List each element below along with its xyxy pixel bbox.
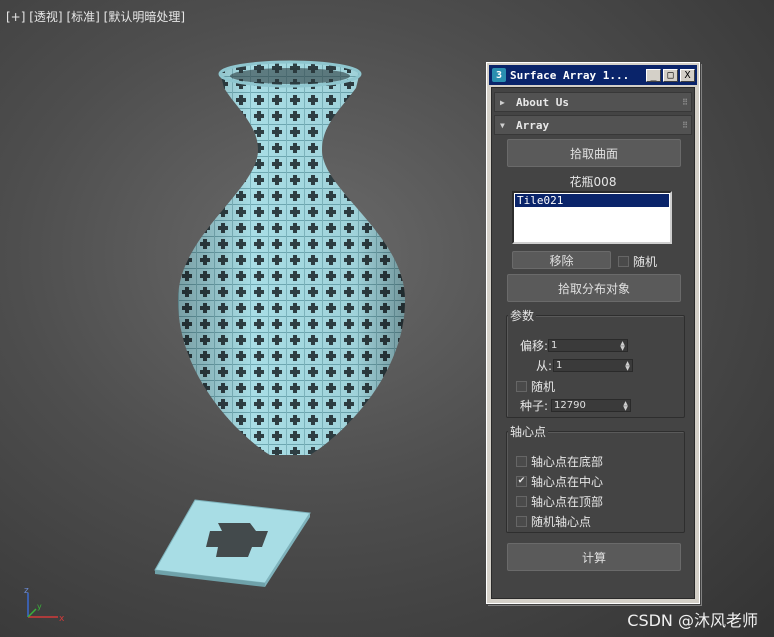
pivot-random-label: 随机轴心点 [531, 515, 592, 529]
offset-spinner[interactable]: 1 ▲ ▼ [548, 339, 628, 352]
spinner-arrows-icon[interactable]: ▲ ▼ [618, 340, 627, 351]
rollout-about-label: About Us [516, 95, 569, 109]
rollout-array[interactable]: ▼ Array ⠿ [494, 115, 692, 135]
axis-x-label: x [59, 614, 65, 624]
offset-value[interactable]: 1 [549, 340, 618, 351]
checkmark-icon: ✔ [516, 476, 527, 487]
pivot-top-label: 轴心点在顶部 [531, 495, 604, 509]
from-spinner[interactable]: 1 ▲ ▼ [553, 359, 633, 372]
params-random-checkbox[interactable]: 随机 [516, 378, 555, 395]
pivot-bottom-label: 轴心点在底部 [531, 455, 604, 469]
collapse-arrow-icon: ▼ [500, 120, 505, 130]
rollout-about[interactable]: ▶ About Us ⠿ [494, 92, 692, 112]
viewport-menu-plus[interactable]: [+] [6, 10, 25, 24]
watermark: CSDN @沐风老师 [627, 611, 758, 630]
app-icon: 3 [492, 68, 506, 82]
spinner-arrows-icon[interactable]: ▲ ▼ [621, 400, 630, 411]
maximize-button[interactable]: □ [663, 68, 678, 82]
remove-button[interactable]: 移除 [512, 251, 611, 269]
random-checkbox[interactable]: 随机 [618, 253, 657, 270]
pivot-title: 轴心点 [508, 423, 549, 440]
checkbox-icon [516, 456, 527, 467]
panel-body: ▶ About Us ⠿ ▼ Array ⠿ 拾取曲面 花瓶008 Tile02… [491, 87, 695, 599]
seed-spinner[interactable]: 12790 ▲ ▼ [551, 399, 631, 412]
tile-model[interactable] [150, 495, 320, 590]
panel-titlebar[interactable]: 3 Surface Array 1... _ □ X [489, 65, 697, 85]
close-button[interactable]: X [680, 68, 695, 82]
viewport-menu-shading[interactable]: [默认明暗处理] [104, 10, 185, 24]
from-value[interactable]: 1 [554, 360, 623, 371]
axis-y-label: y [37, 602, 42, 611]
list-item[interactable]: Tile021 [515, 194, 669, 207]
minimize-button[interactable]: _ [646, 68, 661, 82]
expand-arrow-icon: ▶ [500, 97, 505, 107]
pivot-random-checkbox[interactable]: 随机轴心点 [516, 513, 591, 530]
spinner-arrows-icon[interactable]: ▲ ▼ [623, 360, 632, 371]
seed-value[interactable]: 12790 [552, 400, 621, 411]
pick-distribution-button[interactable]: 拾取分布对象 [507, 274, 681, 302]
surface-name: 花瓶008 [569, 175, 617, 189]
compute-button[interactable]: 计算 [507, 543, 681, 571]
checkbox-icon [516, 496, 527, 507]
vase-model[interactable] [160, 60, 420, 460]
random-checkbox-label: 随机 [633, 255, 658, 269]
viewport-label[interactable]: [+] [透视] [标准] [默认明暗处理] [6, 8, 185, 25]
rollout-array-label: Array [516, 118, 550, 132]
tile-listbox[interactable]: Tile021 [512, 191, 672, 244]
pivot-top-checkbox[interactable]: 轴心点在顶部 [516, 493, 603, 510]
pivot-bottom-checkbox[interactable]: 轴心点在底部 [516, 453, 603, 470]
checkbox-icon [516, 381, 527, 392]
viewport-menu-quality[interactable]: [标准] [66, 10, 99, 24]
from-label: 从: [535, 359, 552, 373]
params-title: 参数 [508, 307, 537, 324]
viewport-menu-view[interactable]: [透视] [29, 10, 62, 24]
pivot-center-label: 轴心点在中心 [531, 475, 604, 489]
grip-icon: ⠿ [682, 120, 688, 130]
axis-gizmo: z x y [24, 586, 65, 624]
checkbox-icon [516, 516, 527, 527]
axis-z-label: z [24, 586, 29, 596]
grip-icon: ⠿ [682, 97, 688, 107]
offset-label: 偏移: [519, 339, 548, 353]
surface-array-panel: 3 Surface Array 1... _ □ X ▶ About Us ⠿ … [486, 62, 700, 604]
panel-title: Surface Array 1... [510, 68, 630, 82]
seed-label: 种子: [519, 399, 548, 413]
params-random-label: 随机 [531, 380, 556, 394]
pivot-center-checkbox[interactable]: ✔ 轴心点在中心 [516, 473, 603, 490]
checkbox-icon [618, 256, 629, 267]
pick-surface-button[interactable]: 拾取曲面 [507, 139, 681, 167]
